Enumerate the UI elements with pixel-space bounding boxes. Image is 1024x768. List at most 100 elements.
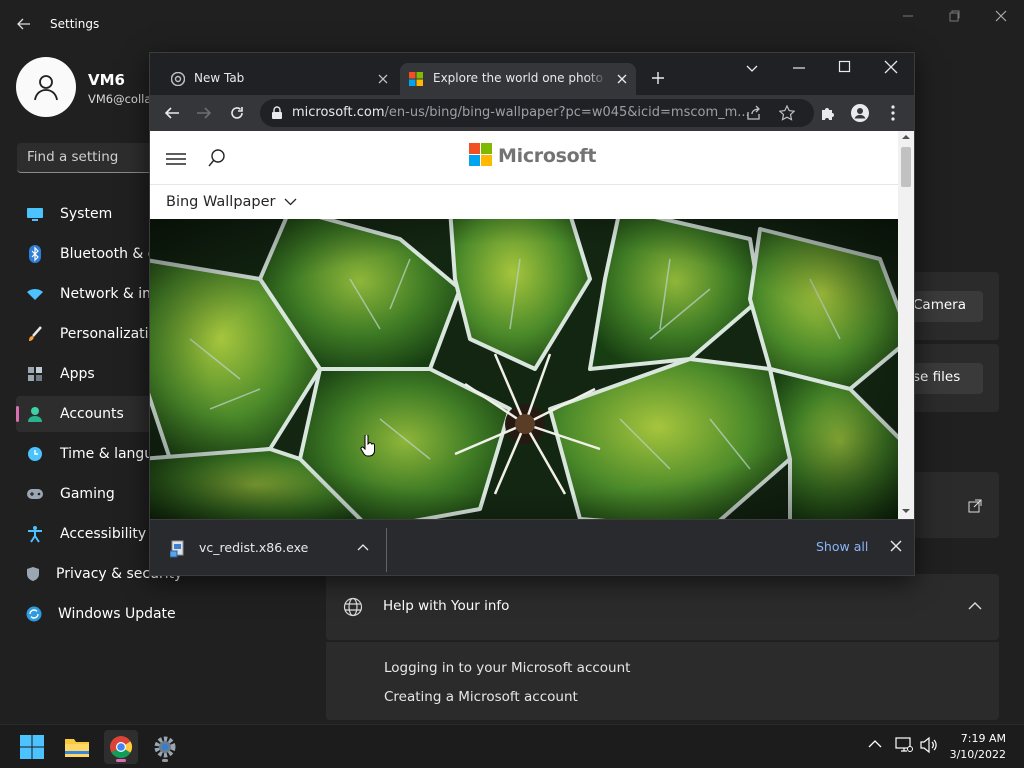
chrome-window: New Tab Explore the world one photo at a: [149, 52, 915, 576]
tab-search-chevron-icon[interactable]: [746, 63, 758, 73]
nav-item-accounts[interactable]: Accounts: [16, 396, 166, 432]
download-chevron-up-icon[interactable]: [357, 543, 369, 551]
bing-wallpaper-menu[interactable]: Bing Wallpaper: [166, 194, 297, 210]
globe-icon: [343, 597, 363, 617]
camera-button-label: Camera: [913, 297, 966, 313]
chrome-taskbar-icon[interactable]: [104, 730, 138, 764]
open-external-icon[interactable]: [968, 499, 982, 513]
microsoft-header: Microsoft: [150, 131, 898, 185]
mouse-pointer-hand-icon: [360, 435, 376, 457]
installer-file-icon: [170, 540, 186, 558]
nav-item-network[interactable]: Network & inte: [16, 276, 166, 312]
clock-time: 7:19 AM: [960, 732, 1006, 745]
show-hidden-icons-chevron-icon[interactable]: [868, 739, 882, 749]
nav-item-time-language[interactable]: Time & langua: [16, 436, 166, 472]
nav-item-privacy[interactable]: Privacy & security: [16, 556, 182, 592]
download-shelf: vc_redist.x86.exe Show all: [150, 519, 914, 575]
microsoft-logo-icon[interactable]: [469, 143, 493, 167]
chrome-icon: [171, 72, 185, 86]
search-icon[interactable]: [208, 149, 226, 167]
running-app-indicator: [162, 759, 168, 762]
restore-icon[interactable]: [946, 8, 962, 24]
reload-icon[interactable]: [227, 103, 247, 123]
accounts-icon: [26, 405, 44, 423]
url-text: microsoft.com/en-us/bing/bing-wallpaper?…: [292, 105, 750, 120]
privacy-icon: [26, 565, 40, 583]
lock-icon[interactable]: [271, 106, 283, 120]
tab-title: Explore the world one photo at a: [433, 71, 607, 85]
bookmark-star-icon[interactable]: [779, 105, 795, 121]
back-icon[interactable]: [162, 103, 182, 123]
nav-item-gaming[interactable]: Gaming: [16, 476, 166, 512]
nav-item-windows-update[interactable]: Windows Update: [16, 596, 176, 632]
chevron-up-icon[interactable]: [968, 601, 982, 611]
new-tab-plus-icon[interactable]: [651, 71, 665, 85]
browser-toolbar: microsoft.com/en-us/bing/bing-wallpaper?…: [150, 95, 914, 131]
chevron-down-icon: [284, 198, 297, 206]
nav-label: Gaming: [60, 486, 115, 502]
wallpaper-image: [150, 219, 898, 519]
extensions-icon[interactable]: [818, 103, 838, 123]
web-page: Microsoft Bing Wallpaper: [150, 131, 914, 519]
tab-bing-wallpaper[interactable]: Explore the world one photo at a: [400, 63, 636, 95]
browse-files-label: se files: [913, 369, 961, 385]
clock-date: 3/10/2022: [949, 748, 1006, 761]
close-download-shelf-icon[interactable]: [890, 540, 902, 552]
system-icon: [26, 205, 44, 223]
back-arrow-icon[interactable]: [16, 16, 32, 32]
close-tab-icon[interactable]: [376, 72, 390, 86]
download-divider: [386, 528, 387, 572]
windows-update-icon: [26, 605, 42, 623]
nav-item-accessibility[interactable]: Accessibility: [16, 516, 166, 552]
taskbar: 7:19 AM 3/10/2022: [0, 724, 1024, 768]
minimize-icon[interactable]: [900, 8, 916, 24]
search-placeholder: Find a setting: [27, 149, 119, 165]
page-scrollbar[interactable]: [898, 131, 914, 519]
settings-title: Settings: [50, 17, 100, 31]
minimize-icon[interactable]: [792, 61, 806, 75]
forward-icon[interactable]: [194, 103, 214, 123]
help-card-body: [326, 642, 999, 720]
time-language-icon: [26, 445, 44, 463]
active-app-indicator: [116, 759, 126, 762]
nav-item-apps[interactable]: Apps: [16, 356, 166, 392]
personalization-icon: [26, 325, 44, 343]
file-explorer-icon[interactable]: [60, 730, 94, 764]
tab-new-tab[interactable]: New Tab: [158, 63, 398, 95]
help-link-logging-in[interactable]: Logging in to your Microsoft account: [384, 660, 630, 676]
settings-taskbar-icon[interactable]: [148, 730, 182, 764]
user-name: VM6: [88, 71, 125, 89]
volume-icon[interactable]: [919, 736, 939, 754]
start-icon[interactable]: [15, 730, 49, 764]
close-window-icon[interactable]: [884, 60, 898, 74]
menu-kebab-icon[interactable]: [883, 103, 903, 123]
profile-icon[interactable]: [850, 103, 870, 123]
maximize-icon[interactable]: [838, 60, 852, 74]
network-monitor-icon[interactable]: [895, 736, 913, 754]
show-all-downloads-link[interactable]: Show all: [816, 539, 868, 554]
close-icon[interactable]: [993, 8, 1009, 24]
nav-item-system[interactable]: System: [16, 196, 166, 232]
nav-item-bluetooth[interactable]: Bluetooth & de: [16, 236, 166, 272]
microsoft-brand-text[interactable]: Microsoft: [498, 145, 596, 167]
scroll-down-arrow-icon[interactable]: [902, 508, 910, 514]
hamburger-menu-icon[interactable]: [166, 152, 186, 166]
close-tab-icon[interactable]: [615, 72, 629, 86]
system-clock[interactable]: 7:19 AM 3/10/2022: [950, 731, 1006, 763]
share-icon[interactable]: [746, 105, 762, 121]
bluetooth-icon: [26, 245, 44, 263]
nav-label: Accessibility: [60, 526, 147, 542]
scroll-thumb[interactable]: [901, 147, 911, 187]
nav-item-personalization[interactable]: Personalization: [16, 316, 166, 352]
help-title: Help with Your info: [383, 598, 510, 614]
nav-label: Apps: [60, 366, 95, 382]
accessibility-icon: [26, 525, 44, 543]
address-bar[interactable]: microsoft.com/en-us/bing/bing-wallpaper?…: [260, 99, 814, 127]
scroll-up-arrow-icon[interactable]: [902, 134, 910, 140]
apps-icon: [26, 365, 44, 383]
nav-label: Time & langua: [60, 446, 162, 462]
help-link-creating-account[interactable]: Creating a Microsoft account: [384, 689, 578, 705]
settings-search-input[interactable]: Find a setting: [17, 143, 157, 173]
user-email: VM6@colla: [88, 92, 152, 106]
download-filename[interactable]: vc_redist.x86.exe: [199, 540, 308, 555]
